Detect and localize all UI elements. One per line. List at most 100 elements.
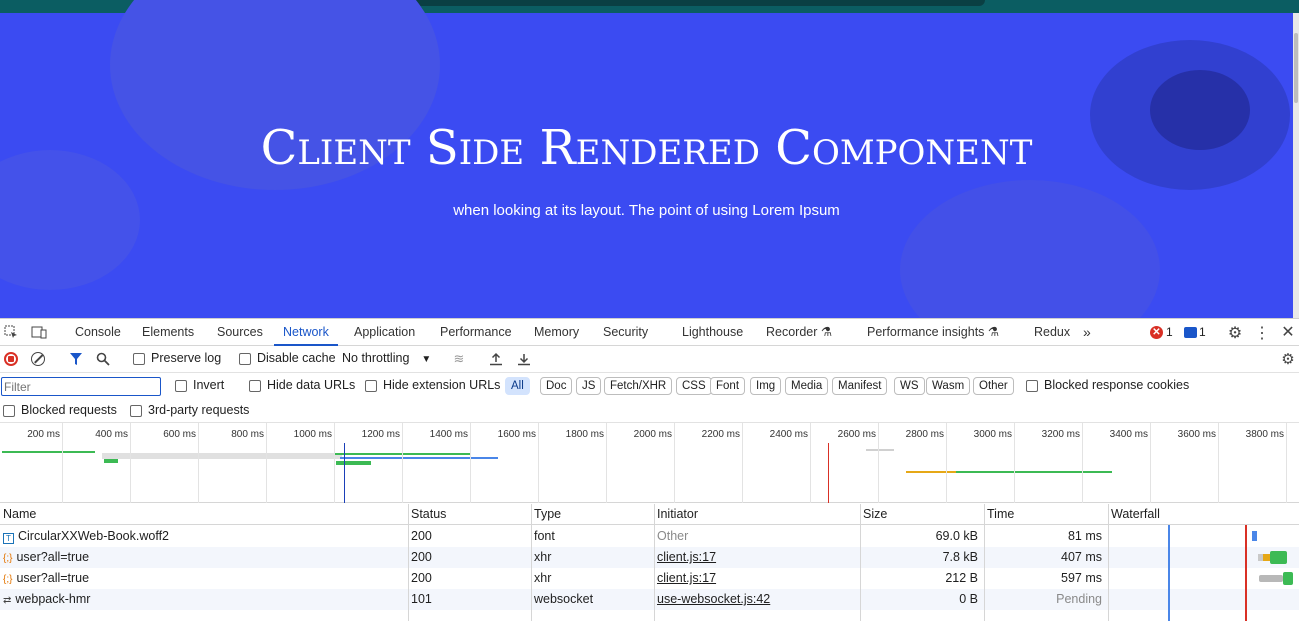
hero-title: Client Side Rendered Component	[260, 120, 1033, 176]
type-filter-fetch-xhr[interactable]: Fetch/XHR	[604, 377, 673, 395]
table-row[interactable]: {;} user?all=true 200 xhr client.js:17 7.…	[0, 547, 1299, 568]
close-devtools-icon[interactable]: ✕	[1280, 323, 1296, 341]
tab-sources[interactable]: Sources	[217, 319, 263, 346]
message-icon[interactable]	[1184, 327, 1197, 338]
column-divider[interactable]	[984, 504, 985, 621]
initiator-link[interactable]: client.js:17	[657, 550, 716, 564]
type-cell: xhr	[534, 571, 552, 585]
page-scrollbar-thumb[interactable]	[1294, 33, 1298, 103]
type-filter-doc[interactable]: Doc	[540, 377, 573, 395]
blocked-response-cookies-checkbox[interactable]	[1026, 380, 1038, 392]
clear-icon[interactable]	[31, 352, 45, 366]
tab-elements[interactable]: Elements	[142, 319, 194, 346]
type-filter-other[interactable]: Other	[973, 377, 1014, 395]
column-header-waterfall[interactable]: Waterfall	[1108, 504, 1299, 525]
tab-performance[interactable]: Performance	[440, 319, 512, 346]
type-filter-ws[interactable]: WS	[894, 377, 925, 395]
search-icon[interactable]	[95, 351, 111, 367]
hero-banner: Client Side Rendered Component when look…	[0, 0, 1299, 318]
type-filter-manifest[interactable]: Manifest	[832, 377, 888, 395]
hide-extension-urls-checkbox[interactable]	[365, 380, 377, 392]
size-cell: 212 B	[945, 571, 978, 585]
tab-recorder[interactable]: Recorder ⚗	[766, 319, 832, 346]
type-filter-wasm[interactable]: Wasm	[926, 377, 971, 395]
column-header-name[interactable]: Name	[0, 504, 408, 525]
filter-bar: Invert Hide data URLs Hide extension URL…	[0, 373, 1299, 399]
name-cell: {;} user?all=true	[0, 547, 408, 568]
timeline-overview[interactable]: 200 ms 400 ms 600 ms 800 ms 1000 ms 1200 ms 14…	[0, 423, 1299, 503]
initiator-link[interactable]: use-websocket.js:42	[657, 592, 770, 606]
timeline-tick	[0, 423, 1287, 503]
filter-input[interactable]	[1, 377, 161, 396]
initiator-link[interactable]: client.js:17	[657, 571, 716, 585]
device-toolbar-icon[interactable]	[31, 324, 47, 340]
initiator-cell: client.js:17	[654, 547, 860, 568]
throttling-value: No throttling	[342, 351, 410, 365]
network-settings-gear-icon[interactable]: ⚙	[1280, 351, 1296, 368]
tab-console[interactable]: Console	[75, 319, 121, 346]
tab-lighthouse[interactable]: Lighthouse	[682, 319, 743, 346]
type-filter-js[interactable]: JS	[576, 377, 602, 395]
page-scrollbar[interactable]	[1293, 13, 1299, 318]
column-divider[interactable]	[531, 504, 532, 621]
type-filter-img[interactable]: Img	[750, 377, 782, 395]
flask-icon: ⚗	[987, 325, 1000, 339]
hide-extension-urls-label: Hide extension URLs	[383, 378, 501, 392]
invert-checkbox[interactable]	[175, 380, 187, 392]
type-cell: xhr	[534, 550, 552, 564]
more-tabs-chevron-icon[interactable]: »	[1083, 319, 1091, 346]
status-cell: 101	[411, 592, 432, 606]
error-icon[interactable]: ✕	[1150, 326, 1163, 339]
inspect-element-icon[interactable]	[3, 324, 19, 340]
type-cell: websocket	[534, 592, 594, 606]
disable-cache-checkbox[interactable]	[239, 353, 251, 365]
filter-bar-secondary: Blocked requests 3rd-party requests	[0, 399, 1299, 423]
blocked-requests-label: Blocked requests	[21, 403, 117, 417]
type-filter-media[interactable]: Media	[785, 377, 829, 395]
tab-application[interactable]: Application	[354, 319, 415, 346]
column-header-time[interactable]: Time	[984, 504, 1108, 525]
column-divider[interactable]	[860, 504, 861, 621]
export-har-download-icon[interactable]	[516, 351, 532, 367]
column-divider[interactable]	[1108, 504, 1109, 621]
column-header-size[interactable]: Size	[860, 504, 984, 525]
table-row[interactable]: {;} user?all=true 200 xhr client.js:17 21…	[0, 568, 1299, 589]
message-count[interactable]: 1	[1199, 325, 1206, 339]
type-filter-all[interactable]: All	[505, 377, 530, 395]
hide-data-urls-checkbox[interactable]	[249, 380, 261, 392]
blocked-requests-checkbox[interactable]	[3, 405, 15, 417]
record-stop-icon[interactable]	[4, 352, 18, 366]
column-divider[interactable]	[654, 504, 655, 621]
websocket-icon: ⇄	[3, 595, 12, 606]
status-cell: 200	[411, 550, 432, 564]
network-conditions-wifi-icon[interactable]: ≋	[450, 351, 468, 367]
status-cell: 200	[411, 529, 432, 543]
table-row[interactable]: T CircularXXWeb-Book.woff2 200 font Other…	[0, 526, 1299, 547]
filter-funnel-icon[interactable]	[68, 351, 84, 367]
tab-redux[interactable]: Redux	[1034, 319, 1070, 346]
tab-network[interactable]: Network	[274, 319, 338, 346]
initiator-cell: client.js:17	[654, 568, 860, 589]
size-cell: 69.0 kB	[935, 529, 978, 543]
timeline-tick-label: 3800 ms	[1245, 429, 1284, 440]
table-row[interactable]: ⇄ webpack-hmr 101 websocket use-websocket…	[0, 589, 1299, 610]
column-header-initiator[interactable]: Initiator	[654, 504, 860, 525]
tab-memory[interactable]: Memory	[534, 319, 579, 346]
third-party-requests-checkbox[interactable]	[130, 405, 142, 417]
import-har-upload-icon[interactable]	[488, 351, 504, 367]
column-header-type[interactable]: Type	[531, 504, 654, 525]
type-filter-css[interactable]: CSS	[676, 377, 712, 395]
throttling-select[interactable]: No throttling ▼	[342, 351, 431, 365]
settings-gear-icon[interactable]: ⚙	[1226, 324, 1244, 342]
column-divider[interactable]	[408, 504, 409, 621]
more-options-kebab-icon[interactable]: ⋮	[1254, 324, 1270, 342]
preserve-log-checkbox[interactable]	[133, 353, 145, 365]
request-name: CircularXXWeb-Book.woff2	[18, 529, 169, 543]
invert-label: Invert	[193, 378, 225, 392]
error-count[interactable]: 1	[1166, 325, 1173, 339]
tab-performance-insights[interactable]: Performance insights ⚗	[867, 319, 999, 346]
type-filter-font[interactable]: Font	[710, 377, 746, 395]
column-header-status[interactable]: Status	[408, 504, 531, 525]
status-cell: 200	[411, 571, 432, 585]
tab-security[interactable]: Security	[603, 319, 648, 346]
